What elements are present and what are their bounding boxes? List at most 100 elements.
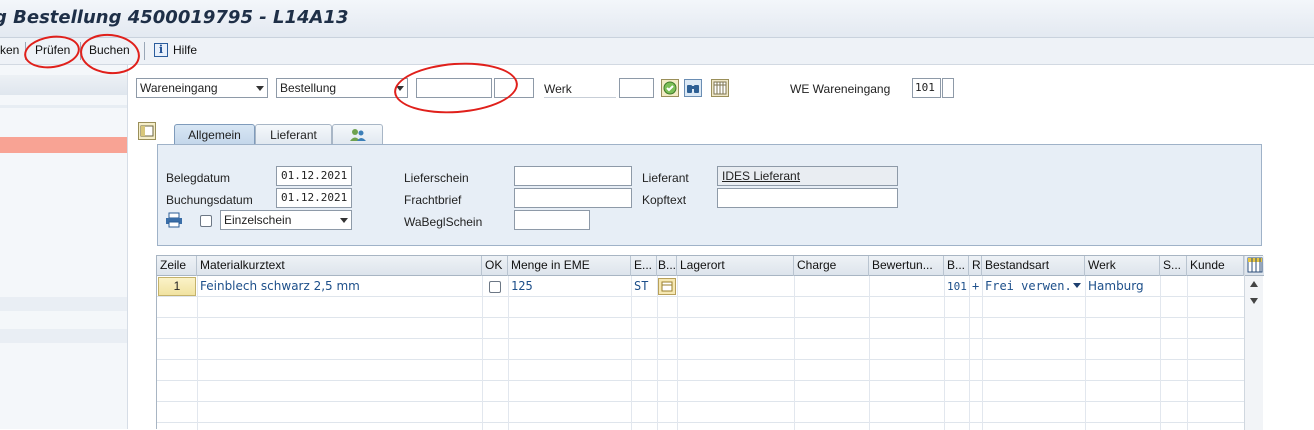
- grid-line: [1160, 276, 1161, 430]
- print-option-value: Einzelschein: [224, 213, 292, 227]
- grid-line: [631, 276, 632, 430]
- detail-toggle-icon[interactable]: [138, 122, 156, 140]
- movement-type-input[interactable]: 101: [912, 78, 941, 98]
- left-pane-row[interactable]: [0, 297, 127, 311]
- column-header-s[interactable]: S...: [1160, 256, 1187, 276]
- left-pane-divider: [0, 105, 127, 108]
- column-header-menge[interactable]: Menge in EME: [508, 256, 631, 276]
- table-row-selector[interactable]: 1: [158, 277, 196, 296]
- application-toolbar: ken Prüfen Buchen Hilfe: [0, 38, 1314, 65]
- left-pane-row[interactable]: [0, 329, 127, 343]
- column-settings-icon: [1247, 257, 1263, 273]
- grid-line: [869, 276, 870, 430]
- scroll-down-icon[interactable]: [1250, 298, 1258, 304]
- cell-bestandsart[interactable]: Frei verwen...: [983, 277, 1071, 297]
- chevron-down-icon[interactable]: [340, 218, 348, 223]
- grid-line: [982, 276, 983, 430]
- grid-line: [1085, 276, 1086, 430]
- window-title: g Bestellung 4500019795 - L14A13: [0, 7, 349, 28]
- lieferant-label: Lieferant: [642, 171, 689, 185]
- column-header-bewertung[interactable]: Bewertun...: [869, 256, 944, 276]
- cell-ok-checkbox[interactable]: [489, 281, 501, 293]
- grid-line: [508, 276, 509, 430]
- buchungsdatum-input[interactable]: 01.12.2021: [276, 188, 352, 208]
- grid-line: [969, 276, 970, 430]
- grid-line: [157, 401, 1244, 402]
- column-header-b[interactable]: B...: [657, 256, 677, 276]
- cell-bwart[interactable]: 101: [945, 277, 969, 297]
- left-pane-selected-row[interactable]: [0, 137, 127, 153]
- tab-partner[interactable]: [332, 124, 383, 145]
- hilfe-button[interactable]: Hilfe: [173, 43, 197, 57]
- grid-line: [157, 338, 1244, 339]
- scroll-up-icon[interactable]: [1250, 281, 1258, 287]
- column-settings-button[interactable]: [1245, 256, 1264, 276]
- grid-line: [677, 276, 678, 430]
- column-header-charge[interactable]: Charge: [794, 256, 869, 276]
- column-header-bestandsart[interactable]: Bestandsart: [982, 256, 1085, 276]
- cell-eme[interactable]: ST: [632, 277, 656, 297]
- cell-werk[interactable]: Hamburg: [1086, 277, 1159, 297]
- printer-icon[interactable]: [165, 212, 183, 228]
- column-header-eme[interactable]: E...: [631, 256, 657, 276]
- print-checkbox[interactable]: [200, 215, 212, 227]
- chevron-down-icon[interactable]: [1073, 283, 1081, 288]
- column-header-lagerort[interactable]: Lagerort: [677, 256, 794, 276]
- info-icon[interactable]: i: [154, 43, 168, 57]
- left-pane-header: [0, 75, 127, 95]
- chevron-down-icon[interactable]: [256, 86, 264, 91]
- grid-line: [197, 276, 198, 430]
- frachtbrief-label: Frachtbrief: [404, 193, 462, 207]
- belegdatum-input[interactable]: 01.12.2021: [276, 166, 352, 186]
- column-header-bwart[interactable]: B...: [944, 256, 969, 276]
- grid-line: [157, 380, 1244, 381]
- movement-type-extra[interactable]: [942, 78, 954, 98]
- werk-underline: [544, 97, 616, 98]
- transaction-select[interactable]: Wareneingang: [136, 78, 268, 98]
- order-number-input[interactable]: [416, 78, 492, 98]
- title-bar: g Bestellung 4500019795 - L14A13: [0, 0, 1314, 38]
- table-settings-icon[interactable]: [711, 79, 729, 97]
- left-navigation-pane: [0, 65, 128, 429]
- wabeglschein-input[interactable]: [514, 210, 590, 230]
- grid-line: [944, 276, 945, 430]
- item-table: Zeile Materialkurztext OK Menge in EME E…: [156, 255, 1264, 430]
- cell-menge[interactable]: 125: [509, 277, 630, 297]
- tab-allgemein[interactable]: Allgemein: [174, 124, 255, 145]
- order-item-input[interactable]: [494, 78, 534, 98]
- column-header-zeile[interactable]: Zeile: [157, 256, 197, 276]
- reference-select[interactable]: Bestellung: [276, 78, 408, 98]
- chevron-down-icon[interactable]: [396, 86, 404, 91]
- lieferschein-input[interactable]: [514, 166, 632, 186]
- print-option-select[interactable]: Einzelschein: [220, 210, 352, 230]
- cell-r[interactable]: +: [970, 277, 982, 297]
- grid-line: [657, 276, 658, 430]
- buchen-button[interactable]: Buchen: [89, 43, 130, 57]
- buchungsdatum-label: Buchungsdatum: [166, 193, 253, 207]
- pruefen-button[interactable]: Prüfen: [35, 43, 70, 57]
- grid-line: [1187, 276, 1188, 430]
- werk-input[interactable]: [619, 78, 654, 98]
- frachtbrief-input[interactable]: [514, 188, 632, 208]
- werk-label: Werk: [544, 82, 572, 96]
- cell-materialkurztext[interactable]: Feinblech schwarz 2,5 mm: [198, 277, 481, 297]
- toolbar-separator: [25, 42, 26, 60]
- reference-select-value: Bestellung: [280, 81, 337, 95]
- column-header-ok[interactable]: OK: [482, 256, 508, 276]
- grid-line: [157, 317, 1244, 318]
- kopftext-label: Kopftext: [642, 193, 687, 207]
- tab-lieferant[interactable]: Lieferant: [255, 124, 332, 145]
- toolbar-item-partial[interactable]: ken: [0, 43, 19, 57]
- table-scrollbar[interactable]: [1244, 256, 1264, 430]
- kopftext-input[interactable]: [717, 188, 898, 208]
- grid-line: [794, 276, 795, 430]
- column-header-materialkurztext[interactable]: Materialkurztext: [197, 256, 482, 276]
- toolbar-separator: [144, 42, 145, 60]
- column-header-r[interactable]: R: [969, 256, 982, 276]
- execute-icon[interactable]: [661, 79, 679, 97]
- toolbar-separator: [80, 42, 81, 60]
- binoculars-icon[interactable]: [684, 79, 702, 97]
- column-header-werk[interactable]: Werk: [1085, 256, 1160, 276]
- column-header-kunde[interactable]: Kunde: [1187, 256, 1244, 276]
- cell-stock-icon[interactable]: [658, 278, 676, 295]
